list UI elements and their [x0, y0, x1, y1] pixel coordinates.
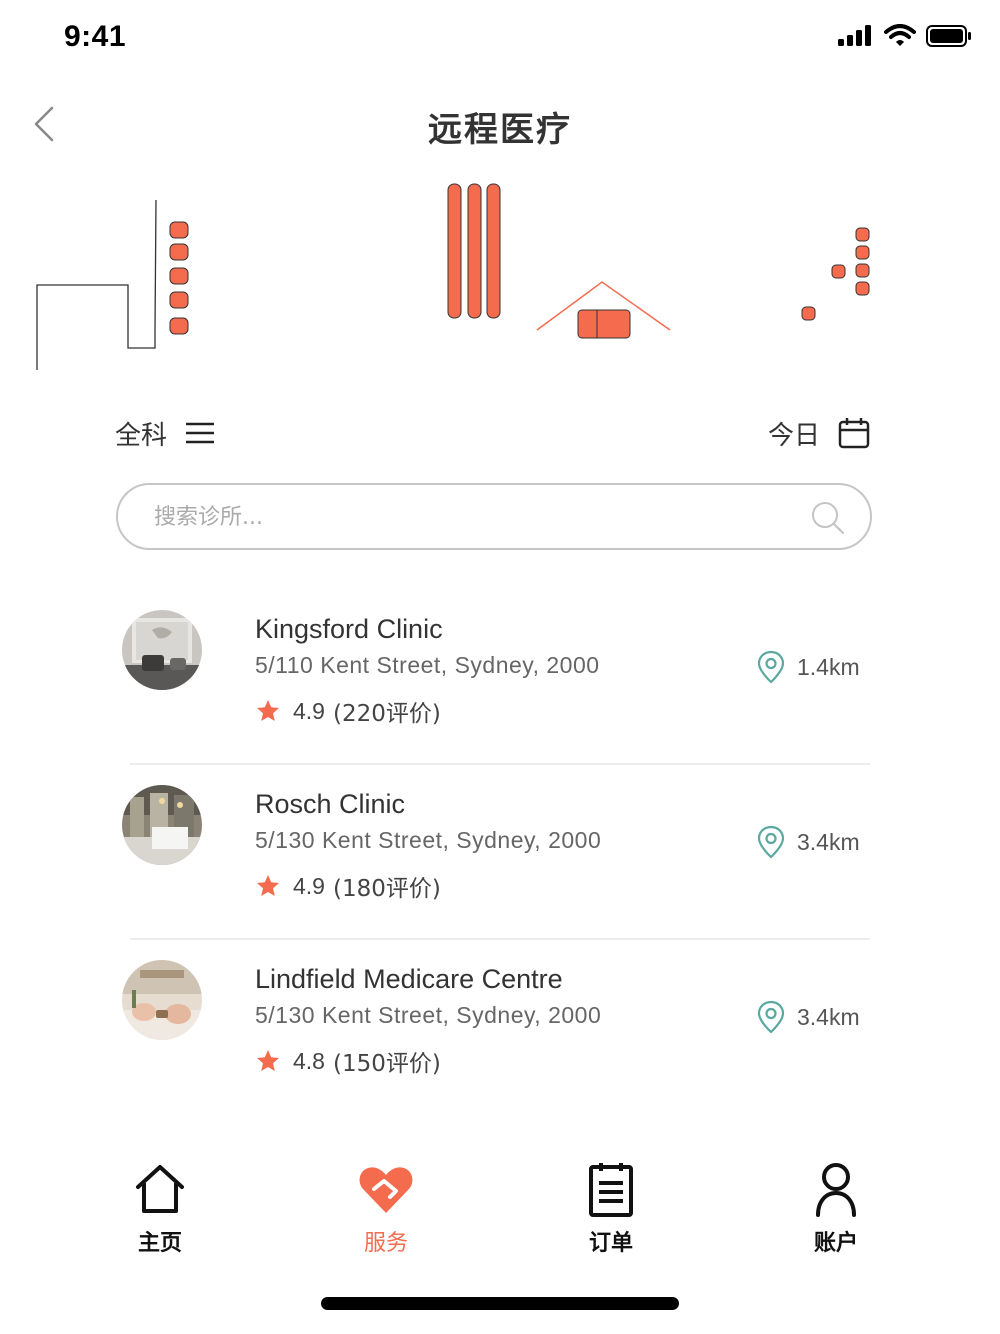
date-filter[interactable]: 今日	[768, 410, 870, 456]
clipboard-icon	[589, 1163, 633, 1217]
tab-bar: 主页 服务 订单 账户	[0, 1155, 1000, 1265]
tab-label: 主页	[137, 1231, 182, 1256]
location-pin-icon	[757, 650, 785, 684]
home-indicator[interactable]	[321, 1297, 679, 1310]
clinic-item[interactable]: Rosch Clinic 5/130 Kent Street, Sydney, …	[0, 765, 1000, 940]
search-input[interactable]	[154, 497, 774, 537]
clinic-list: Kingsford Clinic 5/110 Kent Street, Sydn…	[0, 590, 1000, 1115]
rating-value: 4.8	[293, 1047, 325, 1074]
department-label: 全科	[115, 420, 168, 451]
tab-label: 订单	[588, 1231, 633, 1256]
location-pin-icon	[757, 1000, 785, 1034]
rating-row: 4.9 (220评价)	[255, 694, 441, 728]
clinic-address: 5/110 Kent Street, Sydney, 2000	[255, 652, 600, 678]
rating-row: 4.9 (180评价)	[255, 869, 441, 903]
clinic-item[interactable]: Kingsford Clinic 5/110 Kent Street, Sydn…	[0, 590, 1000, 765]
search-icon[interactable]	[810, 500, 846, 536]
wifi-icon	[884, 24, 916, 46]
clinic-name: Rosch Clinic	[255, 789, 406, 819]
distance-value: 1.4km	[797, 653, 860, 680]
search-bar	[116, 483, 872, 550]
menu-icon	[186, 422, 215, 444]
star-icon	[257, 875, 279, 896]
clinic-name: Lindfield Medicare Centre	[255, 964, 563, 994]
tab-orders[interactable]: 订单	[551, 1155, 671, 1256]
clinic-address: 5/130 Kent Street, Sydney, 2000	[255, 827, 602, 853]
clinic-photo	[122, 960, 202, 1040]
star-icon	[257, 1050, 279, 1071]
review-count: (150评价)	[332, 1051, 441, 1077]
review-count: (180评价)	[332, 876, 441, 902]
rating-value: 4.9	[293, 872, 325, 899]
clinic-address: 5/130 Kent Street, Sydney, 2000	[255, 1002, 602, 1028]
status-bar: 9:41	[0, 0, 1000, 80]
tab-home[interactable]: 主页	[100, 1155, 220, 1256]
heart-hand-icon	[359, 1167, 413, 1213]
clinic-item[interactable]: Lindfield Medicare Centre 5/130 Kent Str…	[0, 940, 1000, 1115]
distance-value: 3.4km	[797, 828, 860, 855]
battery-icon	[926, 25, 971, 47]
distance: 1.4km	[757, 650, 860, 684]
tab-services[interactable]: 服务	[326, 1155, 446, 1256]
clinic-photo	[122, 610, 202, 690]
distance-value: 3.4km	[797, 1003, 860, 1030]
department-filter[interactable]: 全科	[115, 410, 215, 456]
distance: 3.4km	[757, 1000, 860, 1034]
filter-row: 全科 今日	[115, 410, 870, 460]
rating-value: 4.9	[293, 697, 325, 724]
star-icon	[257, 700, 279, 721]
location-pin-icon	[757, 825, 785, 859]
hero-illustration	[30, 170, 970, 375]
tab-label: 服务	[363, 1231, 408, 1256]
nav-bar: 远程医疗	[0, 90, 1000, 160]
rating-row: 4.8 (150评价)	[255, 1044, 441, 1078]
date-label: 今日	[767, 420, 820, 451]
clinic-photo	[122, 785, 202, 865]
home-icon	[136, 1165, 184, 1213]
review-count: (220评价)	[332, 701, 441, 727]
city-skyline-illustration	[36, 183, 870, 370]
clinic-name: Kingsford Clinic	[255, 614, 443, 644]
distance: 3.4km	[757, 825, 860, 859]
signal-icon	[838, 25, 871, 46]
page-title: 远程医疗	[428, 110, 572, 150]
tab-label: 账户	[813, 1231, 858, 1256]
tab-account[interactable]: 账户	[776, 1155, 896, 1256]
user-icon	[816, 1163, 856, 1217]
status-time: 9:41	[64, 20, 127, 53]
calendar-icon	[838, 418, 870, 449]
status-icons	[838, 24, 972, 48]
